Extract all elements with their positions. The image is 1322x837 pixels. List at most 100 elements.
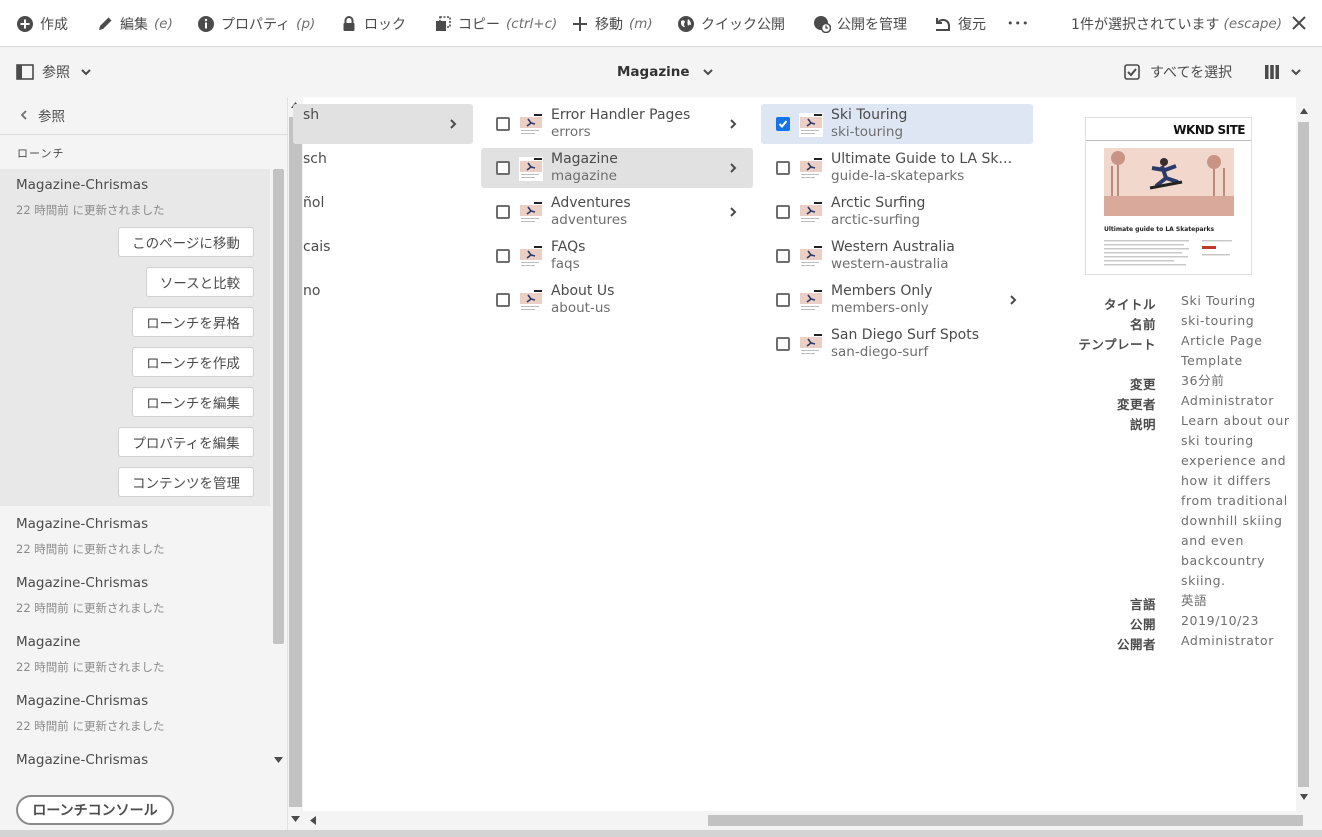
wknd-logo: WKND SITE (1173, 123, 1245, 137)
launch-card[interactable]: Magazine 22 時間前 に更新されました (0, 634, 270, 689)
scroll-left-arrow-icon[interactable] (309, 816, 316, 825)
rail-scrollbar[interactable] (271, 169, 286, 769)
create-launch-button[interactable]: ローンチを作成 (132, 347, 254, 377)
launch-card[interactable]: Magazine-Chrismas 22 時間前 に更新されました (0, 575, 270, 630)
launch-card[interactable]: Magazine-Chrismas 22 時間前 に更新されました (0, 693, 270, 748)
close-icon[interactable] (1290, 14, 1308, 32)
page-title[interactable]: Magazine (617, 60, 714, 84)
edit-properties-button[interactable]: プロパティを編集 (118, 427, 254, 457)
chevron-right-icon[interactable] (727, 118, 739, 130)
page-row[interactable]: Members Only members-only (761, 280, 1033, 320)
row-checkbox[interactable] (496, 293, 510, 307)
manage-publication-button[interactable]: 公開を管理 (813, 0, 907, 47)
page-row[interactable]: San Diego Surf Spots san-diego-surf (761, 324, 1033, 364)
edit-button[interactable]: 編集 (e) (96, 0, 173, 47)
row-checkbox[interactable] (496, 205, 510, 219)
page-row[interactable]: Arctic Surfing arctic-surfing (761, 192, 1033, 232)
lock-button[interactable]: ロック (340, 0, 406, 47)
scrollbar-thumb[interactable] (708, 815, 1303, 826)
chevron-right-icon[interactable] (727, 162, 739, 174)
preview-thumbnail: WKND SITE Ultimate guide to LA Skatepark… (1085, 117, 1252, 275)
promote-launch-button[interactable]: ローンチを昇格 (132, 307, 254, 337)
quick-publish-button[interactable]: クイック公開 (677, 0, 785, 47)
row-checkbox[interactable] (496, 161, 510, 175)
row-checkbox[interactable] (496, 249, 510, 263)
row-checkbox[interactable] (496, 117, 510, 131)
page-name: members-only (831, 300, 929, 316)
edit-launch-button[interactable]: ローンチを編集 (132, 387, 254, 417)
page-row[interactable]: About Us about-us (481, 280, 753, 320)
scroll-down-arrow-icon[interactable] (291, 816, 300, 823)
rail-toggle-button[interactable]: 参照 (16, 60, 92, 84)
page-row[interactable]: Western Australia western-australia (761, 236, 1033, 276)
scrollbar-thumb[interactable] (1298, 122, 1309, 787)
language-item[interactable]: sh (303, 107, 319, 123)
preview-value-language: 英語 (1181, 593, 1208, 608)
launch-card[interactable]: Magazine-Chrismas (0, 752, 270, 769)
row-checkbox[interactable] (776, 337, 790, 351)
globe-icon (678, 15, 694, 32)
row-checkbox[interactable] (776, 161, 790, 175)
page-row[interactable]: Ultimate Guide to LA Skateparks guide-la… (761, 148, 1033, 188)
scrollbar-thumb[interactable] (289, 117, 302, 807)
select-all-icon (1124, 64, 1140, 80)
launch-console-button[interactable]: ローンチコンソール (16, 795, 174, 825)
manage-content-button[interactable]: コンテンツを管理 (118, 467, 254, 497)
properties-button[interactable]: プロパティ (p) (197, 0, 315, 47)
page-row-active[interactable]: Magazine magazine (481, 148, 753, 188)
lock-icon (343, 15, 355, 31)
column-scrollbar-left[interactable] (288, 97, 303, 831)
rail-divider (0, 134, 288, 135)
launch-card[interactable]: Magazine-Chrismas 22 時間前 に更新されました (0, 516, 270, 571)
rail-scrollbar-thumb[interactable] (273, 169, 284, 644)
horizontal-scrollbar[interactable] (303, 812, 1315, 828)
scroll-down-arrow-icon[interactable] (274, 757, 283, 764)
rail-back-button[interactable]: 参照 (18, 101, 65, 129)
preview-value-description: Learn about our ski touring experience a… (1181, 413, 1290, 588)
preview-label-title: タイトル (1103, 297, 1156, 312)
move-button[interactable]: 移動 (m) (571, 0, 653, 47)
page-name: western-australia (831, 256, 949, 272)
mini-page-thumbnail-icon (799, 289, 823, 313)
scroll-down-arrow-icon[interactable] (1300, 794, 1308, 800)
goto-page-button[interactable]: このページに移動 (118, 227, 254, 257)
language-item[interactable]: ñol (303, 195, 324, 211)
row-checkbox-checked[interactable] (776, 117, 790, 131)
manage-publication-label: 公開を管理 (837, 16, 907, 33)
page-row-selected[interactable]: Ski Touring ski-touring (761, 104, 1033, 144)
row-checkbox[interactable] (776, 293, 790, 307)
launch-title: Magazine-Chrismas (16, 693, 149, 709)
page-thumbnail (799, 201, 823, 225)
chevron-right-icon[interactable] (447, 118, 459, 130)
select-all-button[interactable]: すべてを選択 (1124, 60, 1232, 84)
compare-source-button[interactable]: ソースと比較 (146, 267, 254, 297)
page-thumbnail (519, 157, 543, 181)
more-actions-button[interactable]: ••• (1007, 0, 1029, 47)
row-checkbox[interactable] (776, 249, 790, 263)
restore-button[interactable]: 復元 (934, 0, 986, 47)
page-title: San Diego Surf Spots (831, 327, 979, 343)
preview-scrollbar[interactable] (1296, 104, 1312, 804)
launch-meta: 22 時間前 に更新されました (16, 203, 165, 217)
chevron-right-icon[interactable] (727, 206, 739, 218)
row-checkbox[interactable] (776, 205, 790, 219)
create-button[interactable]: 作成 (16, 0, 68, 47)
page-row[interactable]: Error Handler Pages errors (481, 104, 753, 144)
language-item[interactable]: sch (303, 151, 327, 167)
language-item[interactable]: no (303, 283, 320, 299)
launch-card-expanded[interactable]: Magazine-Chrismas 22 時間前 に更新されました このページに… (0, 169, 270, 506)
page-row[interactable]: FAQs faqs (481, 236, 753, 276)
page-row[interactable]: Adventures adventures (481, 192, 753, 232)
mini-page-thumbnail-icon (519, 201, 543, 225)
page-name: about-us (551, 300, 611, 316)
copy-shortcut: (ctrl+c) (506, 15, 558, 32)
add-circle-icon (17, 15, 33, 32)
copy-button[interactable]: コピー (ctrl+c) (434, 0, 557, 47)
chevron-right-icon[interactable] (1007, 294, 1019, 306)
scroll-up-arrow-icon[interactable] (1300, 108, 1308, 114)
quick-publish-label: クイック公開 (701, 16, 785, 33)
mini-page-thumbnail-icon (519, 289, 543, 313)
language-row-active[interactable] (293, 104, 473, 144)
view-switcher[interactable] (1264, 60, 1302, 84)
language-item[interactable]: cais (303, 239, 330, 255)
